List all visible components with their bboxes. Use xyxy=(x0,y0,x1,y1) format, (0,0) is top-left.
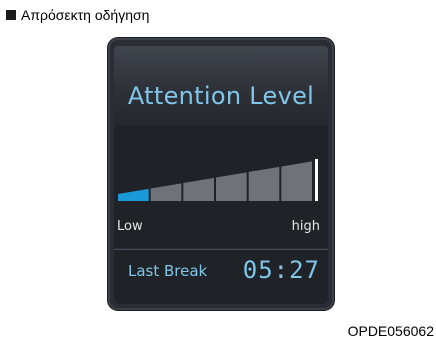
last-break-area: Last Break 05:27 xyxy=(114,250,328,304)
section-heading-text: Απρόσεκτη οδήγηση xyxy=(21,7,150,23)
meter-max-marker xyxy=(315,159,318,201)
meter-segment xyxy=(248,166,280,201)
meter-segment xyxy=(183,177,214,201)
title-area: Attention Level xyxy=(114,46,328,126)
cluster-display: Attention Level Low high Last Break 05:2… xyxy=(108,38,334,310)
last-break-label: Last Break xyxy=(128,262,208,280)
attention-meter-area: Low high xyxy=(114,126,328,248)
meter-segment xyxy=(216,172,247,201)
meter-segment xyxy=(281,161,312,201)
last-break-time: 05:27 xyxy=(242,256,320,284)
figure-code: OPDE056062 xyxy=(347,323,434,339)
meter-segment xyxy=(150,183,182,201)
meter-low-label: Low xyxy=(117,219,143,234)
meter-segment-active xyxy=(118,188,149,201)
meter-high-label: high xyxy=(291,219,320,234)
section-heading: Απρόσεκτη οδήγηση xyxy=(6,6,149,24)
bullet-square-icon xyxy=(6,10,16,20)
display-title: Attention Level xyxy=(127,82,315,110)
